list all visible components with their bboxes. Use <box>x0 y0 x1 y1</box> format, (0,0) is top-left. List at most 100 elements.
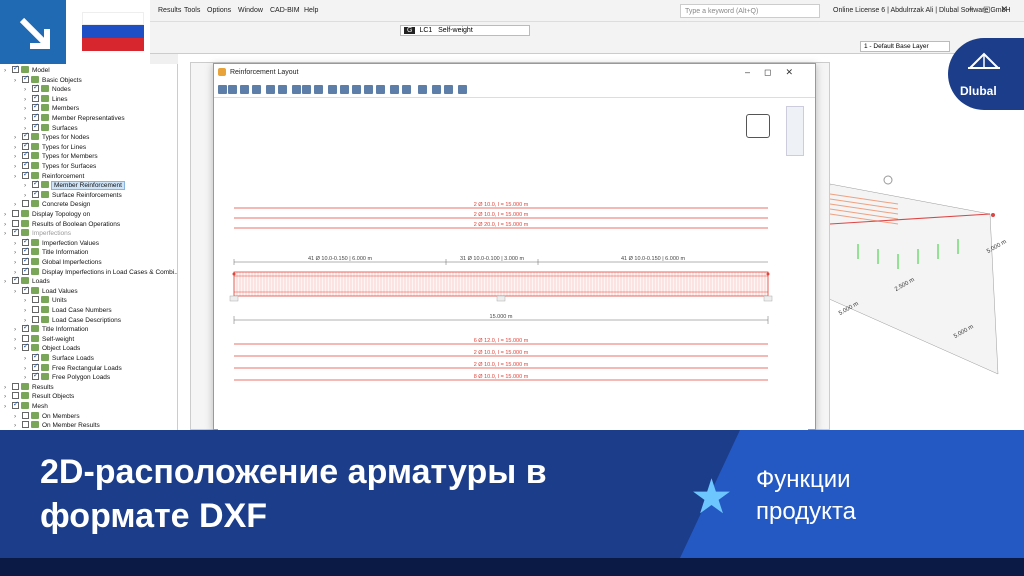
chevron-right-icon[interactable]: › <box>14 248 22 258</box>
chevron-right-icon[interactable]: › <box>24 296 32 306</box>
chevron-right-icon[interactable]: › <box>4 383 12 393</box>
chevron-right-icon[interactable]: › <box>14 335 22 345</box>
tree-checkbox[interactable] <box>32 112 39 122</box>
tree-checkbox[interactable] <box>32 306 39 313</box>
tree-checkbox[interactable] <box>12 210 19 217</box>
toolbar-tool-icon[interactable] <box>402 85 411 94</box>
chevron-right-icon[interactable]: › <box>14 344 22 354</box>
chevron-right-icon[interactable]: › <box>14 152 22 162</box>
tree-checkbox[interactable] <box>22 200 29 208</box>
window-controls-icon[interactable]: –◻✕ <box>968 4 1018 15</box>
tree-checkbox[interactable] <box>22 74 29 83</box>
tree-item[interactable]: › Member Representatives <box>24 112 125 124</box>
tree-item[interactable]: › Mesh <box>4 400 48 412</box>
toolbar-tool-icon[interactable] <box>314 85 323 94</box>
tree-item[interactable]: › Free Polygon Loads <box>24 371 110 383</box>
toolbar-tool-icon[interactable] <box>376 85 385 94</box>
toolbar-tool-icon[interactable] <box>218 85 227 94</box>
menu-options[interactable]: Options <box>207 7 231 14</box>
tree-item[interactable]: ›Surfaces <box>24 122 78 134</box>
chevron-right-icon[interactable]: › <box>14 76 22 86</box>
tree-item[interactable]: › Reinforcement <box>14 170 84 182</box>
tree-checkbox[interactable] <box>12 64 19 74</box>
chevron-right-icon[interactable]: › <box>4 210 12 220</box>
tree-item[interactable]: › Basic Objects <box>14 74 82 86</box>
tree-checkbox[interactable] <box>32 179 39 189</box>
toolbar-tool-icon[interactable] <box>352 85 361 94</box>
tree-checkbox[interactable] <box>12 382 19 390</box>
menu-tools[interactable]: Tools <box>184 7 200 14</box>
search-input[interactable]: Type a keyword (Alt+Q) <box>680 4 820 18</box>
chevron-right-icon[interactable]: › <box>4 229 12 239</box>
tree-checkbox[interactable] <box>32 122 39 131</box>
layer-select[interactable]: 1 - Default Base Layer <box>860 41 950 52</box>
tree-checkbox[interactable] <box>22 160 29 170</box>
chevron-right-icon[interactable]: › <box>24 364 32 374</box>
tree-item[interactable]: › Imperfections <box>4 227 71 239</box>
tree-checkbox[interactable] <box>22 237 29 246</box>
tree-item[interactable]: › Units <box>24 296 67 306</box>
tree-item[interactable]: › Display Topology on <box>4 210 90 220</box>
toolbar-tool-icon[interactable] <box>278 85 287 94</box>
tree-checkbox[interactable] <box>12 219 19 227</box>
tree-checkbox[interactable] <box>22 131 29 141</box>
chevron-right-icon[interactable]: › <box>4 402 12 412</box>
chevron-right-icon[interactable]: › <box>14 143 22 153</box>
tree-checkbox[interactable] <box>12 275 19 285</box>
chevron-right-icon[interactable]: › <box>24 306 32 316</box>
load-case-select[interactable]: G LC1 Self-weight <box>400 25 530 36</box>
chevron-right-icon[interactable]: › <box>24 354 32 364</box>
toolbar-tool-icon[interactable] <box>390 85 399 94</box>
display-options-icon[interactable] <box>786 106 804 156</box>
tree-item[interactable]: › Load Case Descriptions <box>24 315 121 326</box>
tree-item[interactable]: › On Member Results <box>14 421 100 430</box>
toolbar-tool-icon[interactable] <box>228 85 237 94</box>
menu-cad-bim[interactable]: CAD-BIM <box>270 7 300 14</box>
toolbar-tool-icon[interactable] <box>302 85 311 94</box>
menu-window[interactable]: Window <box>238 7 263 14</box>
tree-checkbox[interactable] <box>32 362 39 371</box>
tree-checkbox[interactable] <box>32 371 39 381</box>
chevron-right-icon[interactable]: › <box>14 258 22 268</box>
tree-checkbox[interactable] <box>22 170 29 179</box>
toolbar-tool-icon[interactable] <box>252 85 261 94</box>
toolbar-tool-icon[interactable] <box>266 85 275 94</box>
tree-checkbox[interactable] <box>22 256 29 266</box>
tree-checkbox[interactable] <box>22 285 29 294</box>
tree-item[interactable]: › Object Loads <box>14 342 80 354</box>
tree-checkbox[interactable] <box>32 315 39 323</box>
tree-item[interactable]: › On Members <box>14 411 80 422</box>
chevron-right-icon[interactable]: › <box>4 66 12 76</box>
tree-item[interactable]: › Title Information <box>14 323 88 335</box>
chevron-right-icon[interactable]: › <box>14 412 22 422</box>
toolbar-tool-icon[interactable] <box>432 85 441 94</box>
dialog-window-controls-icon[interactable]: –◻✕ <box>745 67 807 78</box>
chevron-right-icon[interactable]: › <box>14 325 22 335</box>
view-cube-icon[interactable] <box>746 114 770 138</box>
chevron-right-icon[interactable]: › <box>24 85 32 95</box>
chevron-right-icon[interactable]: › <box>14 200 22 210</box>
chevron-right-icon[interactable]: › <box>4 220 12 230</box>
toolbar-tool-icon[interactable] <box>444 85 453 94</box>
chevron-right-icon[interactable]: › <box>4 277 12 287</box>
tree-checkbox[interactable] <box>12 400 19 410</box>
chevron-right-icon[interactable]: › <box>14 287 22 297</box>
tree-checkbox[interactable] <box>32 102 39 112</box>
toolbar-tool-icon[interactable] <box>240 85 249 94</box>
tree-checkbox[interactable] <box>32 93 39 102</box>
tree-item[interactable]: › Load Case Numbers <box>24 306 112 316</box>
tree-checkbox[interactable] <box>32 296 39 304</box>
chevron-right-icon[interactable]: › <box>24 104 32 114</box>
tree-checkbox[interactable] <box>22 411 29 419</box>
toolbar-tool-icon[interactable] <box>340 85 349 94</box>
tree-checkbox[interactable] <box>22 266 29 275</box>
toolbar-tool-icon[interactable] <box>292 85 301 94</box>
chevron-right-icon[interactable]: › <box>24 114 32 124</box>
menu-results[interactable]: Results <box>158 7 181 14</box>
tree-checkbox[interactable] <box>32 352 39 362</box>
toolbar-tool-icon[interactable] <box>418 85 427 94</box>
tree-checkbox[interactable] <box>22 334 29 342</box>
chevron-right-icon[interactable]: › <box>14 172 22 182</box>
tree-item[interactable]: › Results <box>4 382 54 393</box>
menu-help[interactable]: Help <box>304 7 318 14</box>
